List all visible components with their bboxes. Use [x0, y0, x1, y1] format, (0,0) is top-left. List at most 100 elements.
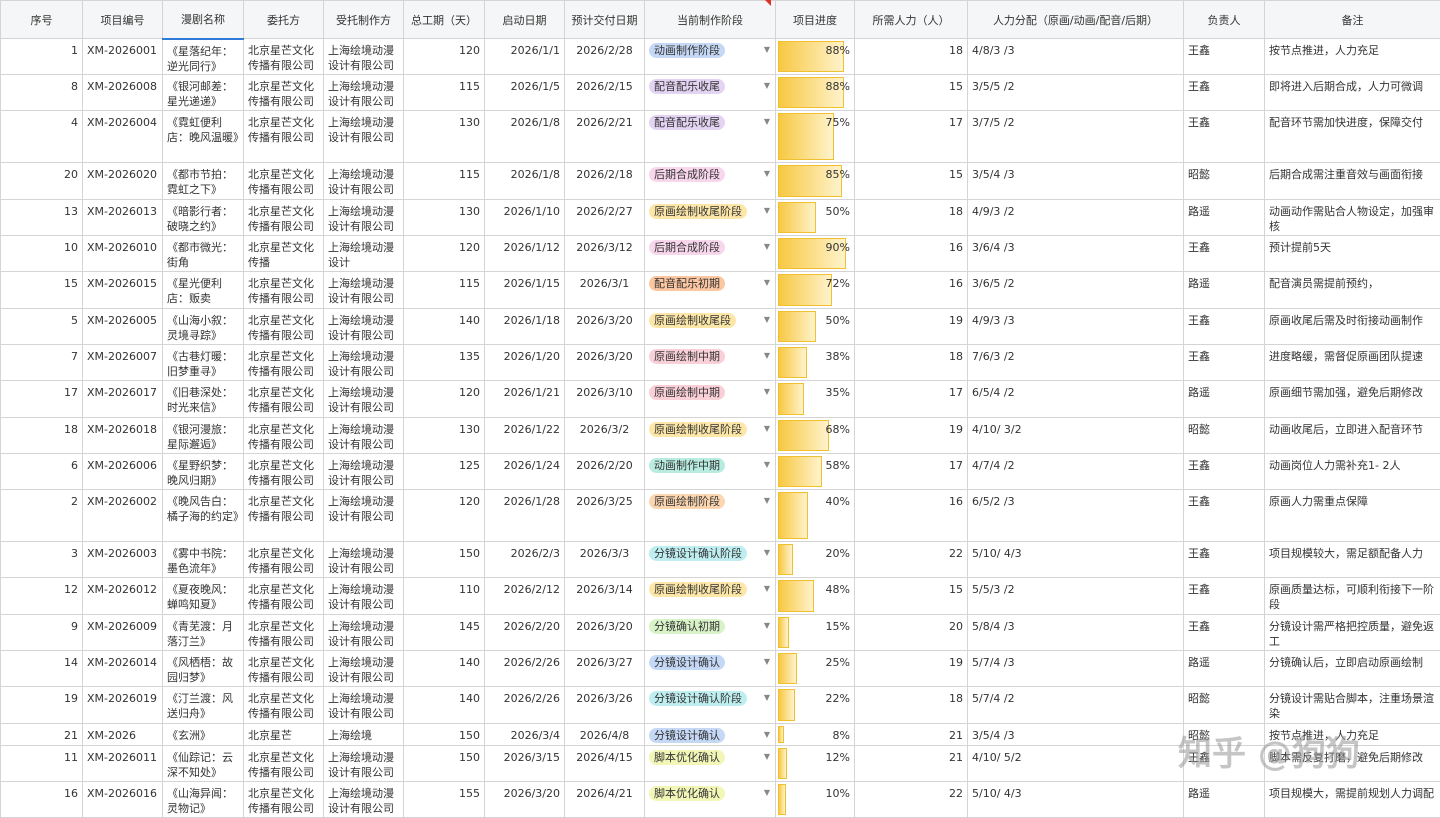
cell-project-code[interactable]: XM-2026017 [83, 381, 163, 418]
cell-owner[interactable]: 路遥 [1184, 200, 1265, 236]
cell-start-date[interactable]: 2026/2/12 [485, 578, 565, 615]
cell-allocation[interactable]: 5/10/ 4/3 [968, 542, 1184, 578]
cell-due-date[interactable]: 2026/2/21 [565, 111, 645, 163]
table-row[interactable]: 15XM-2026015《星光便利店：贩卖北京星芒文化传播有限公司上海绘境动漫设… [1, 272, 1440, 309]
dropdown-arrow-icon[interactable]: ▼ [764, 203, 770, 218]
cell-start-date[interactable]: 2026/1/1 [485, 39, 565, 75]
cell-drama-name[interactable]: 《星光便利店：贩卖 [163, 272, 244, 309]
cell-due-date[interactable]: 2026/3/26 [565, 687, 645, 724]
cell-allocation[interactable]: 4/7/4 /2 [968, 454, 1184, 490]
cell-note[interactable]: 分镜设计需严格把控质量，避免返工 [1265, 615, 1440, 651]
cell-client[interactable]: 北京星芒文化传播有限公司 [244, 163, 324, 200]
cell-note[interactable]: 原画收尾后需及时衔接动画制作 [1265, 309, 1440, 345]
cell-people[interactable]: 15 [855, 578, 968, 615]
table-row[interactable]: 18XM-2026018《银河漫旅：星际邂逅》北京星芒文化传播有限公司上海绘境动… [1, 418, 1440, 454]
cell-stage-select[interactable]: 动画制作中期▼ [645, 454, 776, 490]
cell-client[interactable]: 北京星芒文化传播有限公司 [244, 490, 324, 542]
cell-vendor[interactable]: 上海绘境动漫设计有限公司 [324, 418, 404, 454]
cell-people[interactable]: 20 [855, 615, 968, 651]
table-row[interactable]: 14XM-2026014《风栖梧：故园归梦》北京星芒文化传播有限公司上海绘境动漫… [1, 651, 1440, 687]
cell-start-date[interactable]: 2026/1/5 [485, 75, 565, 111]
cell-stage-select[interactable]: 原画绘制收尾阶段▼ [645, 578, 776, 615]
cell-start-date[interactable]: 2026/2/3 [485, 542, 565, 578]
cell-people[interactable]: 21 [855, 746, 968, 782]
table-row[interactable]: 16XM-2026016《山海异闻：灵物记》北京星芒文化传播有限公司上海绘境动漫… [1, 782, 1440, 818]
column-header[interactable]: 负责人 [1184, 1, 1265, 39]
cell-progress[interactable]: 35% [776, 381, 855, 418]
cell-total-days[interactable]: 115 [404, 163, 485, 200]
cell-start-date[interactable]: 2026/1/22 [485, 418, 565, 454]
cell-total-days[interactable]: 140 [404, 309, 485, 345]
dropdown-arrow-icon[interactable]: ▼ [764, 166, 770, 181]
cell-stage-select[interactable]: 动画制作阶段▼ [645, 39, 776, 75]
column-header[interactable]: 所需人力（人） [855, 1, 968, 39]
cell-vendor[interactable]: 上海绘境动漫设计有限公司 [324, 490, 404, 542]
cell-project-code[interactable]: XM-2026001 [83, 39, 163, 75]
cell-start-date[interactable]: 2026/1/21 [485, 381, 565, 418]
cell-note[interactable]: 原画细节需加强，避免后期修改 [1265, 381, 1440, 418]
cell-note[interactable]: 配音环节需加快进度，保障交付 [1265, 111, 1440, 163]
cell-owner[interactable]: 路遥 [1184, 651, 1265, 687]
cell-owner[interactable]: 昭懿 [1184, 418, 1265, 454]
cell-due-date[interactable]: 2026/3/27 [565, 651, 645, 687]
cell-stage-select[interactable]: 原画绘制收尾阶段▼ [645, 200, 776, 236]
cell-people[interactable]: 18 [855, 39, 968, 75]
cell-total-days[interactable]: 150 [404, 724, 485, 746]
cell-drama-name[interactable]: 《仙踪记：云深不知处》 [163, 746, 244, 782]
cell-stage-select[interactable]: 分镜设计确认阶段▼ [645, 687, 776, 724]
cell-progress[interactable]: 88% [776, 39, 855, 75]
cell-people[interactable]: 16 [855, 272, 968, 309]
cell-drama-name[interactable]: 《夏夜晚风：蝉鸣知夏》 [163, 578, 244, 615]
cell-owner[interactable]: 王鑫 [1184, 746, 1265, 782]
cell-note[interactable]: 分镜设计需贴合脚本，注重场景渲染 [1265, 687, 1440, 724]
dropdown-arrow-icon[interactable]: ▼ [764, 275, 770, 290]
dropdown-arrow-icon[interactable]: ▼ [764, 114, 770, 129]
cell-stage-select[interactable]: 分镜确认初期▼ [645, 615, 776, 651]
cell-start-date[interactable]: 2026/1/28 [485, 490, 565, 542]
cell-project-code[interactable]: XM-2026005 [83, 309, 163, 345]
cell-start-date[interactable]: 2026/2/20 [485, 615, 565, 651]
cell-index[interactable]: 7 [1, 345, 83, 381]
column-header[interactable]: 总工期（天） [404, 1, 485, 39]
cell-vendor[interactable]: 上海绘境动漫设计有限公司 [324, 381, 404, 418]
cell-progress[interactable]: 12% [776, 746, 855, 782]
cell-total-days[interactable]: 150 [404, 542, 485, 578]
cell-project-code[interactable]: XM-2026019 [83, 687, 163, 724]
cell-start-date[interactable]: 2026/3/4 [485, 724, 565, 746]
column-header[interactable]: 启动日期 [485, 1, 565, 39]
cell-due-date[interactable]: 2026/2/18 [565, 163, 645, 200]
column-header[interactable]: 项目进度 [776, 1, 855, 39]
cell-owner[interactable]: 王鑫 [1184, 39, 1265, 75]
cell-people[interactable]: 22 [855, 542, 968, 578]
column-header[interactable]: 人力分配（原画/动画/配音/后期） [968, 1, 1184, 39]
cell-total-days[interactable]: 145 [404, 615, 485, 651]
cell-drama-name[interactable]: 《暗影行者：破晓之约》 [163, 200, 244, 236]
cell-vendor[interactable]: 上海绘境动漫设计有限公司 [324, 272, 404, 309]
cell-people[interactable]: 17 [855, 454, 968, 490]
cell-progress[interactable]: 58% [776, 454, 855, 490]
cell-owner[interactable]: 王鑫 [1184, 578, 1265, 615]
cell-index[interactable]: 17 [1, 381, 83, 418]
cell-total-days[interactable]: 120 [404, 381, 485, 418]
cell-drama-name[interactable]: 《霓虹便利店：晚风温暖》 [163, 111, 244, 163]
cell-stage-select[interactable]: 原画绘制中期▼ [645, 345, 776, 381]
cell-start-date[interactable]: 2026/3/15 [485, 746, 565, 782]
cell-vendor[interactable]: 上海绘境动漫设计有限公司 [324, 454, 404, 490]
cell-project-code[interactable]: XM-2026016 [83, 782, 163, 818]
cell-vendor[interactable]: 上海绘境动漫设计有限公司 [324, 39, 404, 75]
cell-stage-select[interactable]: 脚本优化确认▼ [645, 746, 776, 782]
cell-project-code[interactable]: XM-2026018 [83, 418, 163, 454]
cell-allocation[interactable]: 3/6/5 /2 [968, 272, 1184, 309]
cell-note[interactable]: 动画动作需贴合人物设定，加强审核 [1265, 200, 1440, 236]
cell-client[interactable]: 北京星芒文化传播有限公司 [244, 309, 324, 345]
cell-allocation[interactable]: 5/5/3 /2 [968, 578, 1184, 615]
cell-due-date[interactable]: 2026/2/27 [565, 200, 645, 236]
cell-start-date[interactable]: 2026/2/26 [485, 651, 565, 687]
cell-drama-name[interactable]: 《风栖梧：故园归梦》 [163, 651, 244, 687]
cell-note[interactable]: 按节点推进，人力充足 [1265, 724, 1440, 746]
cell-people[interactable]: 15 [855, 163, 968, 200]
cell-total-days[interactable]: 120 [404, 490, 485, 542]
cell-stage-select[interactable]: 后期合成阶段▼ [645, 163, 776, 200]
cell-client[interactable]: 北京星芒文化传播有限公司 [244, 418, 324, 454]
cell-project-code[interactable]: XM-2026002 [83, 490, 163, 542]
